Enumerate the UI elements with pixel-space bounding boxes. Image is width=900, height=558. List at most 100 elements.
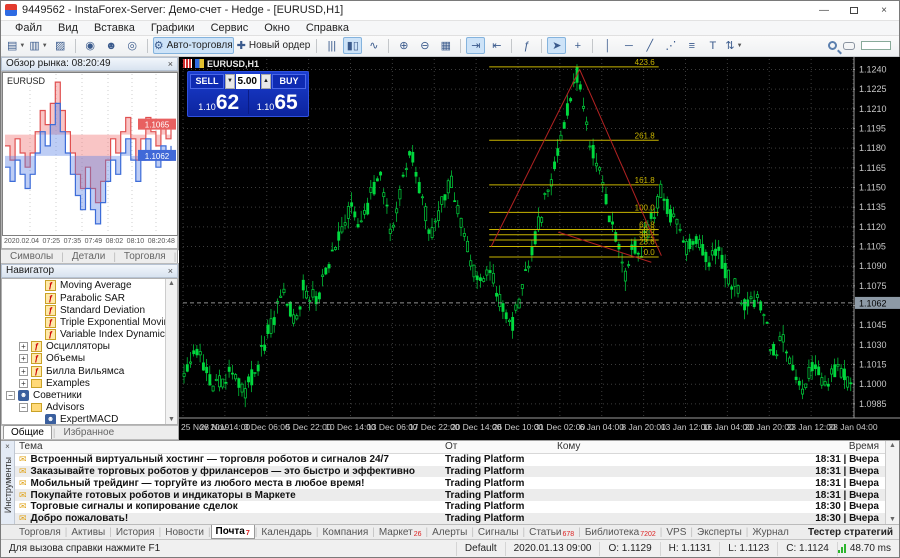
sell-button[interactable]: SELL xyxy=(190,73,224,89)
fibonacci-button[interactable]: ⋰ xyxy=(661,37,680,54)
column-header-subject[interactable]: Тема xyxy=(15,441,445,452)
volume-input[interactable]: 5.00 xyxy=(236,73,260,89)
menu-Графики[interactable]: Графики xyxy=(143,22,203,34)
tab-маркет[interactable]: Маркет 26 xyxy=(375,525,426,540)
tree-expander-icon[interactable]: + xyxy=(19,366,28,376)
tab-календарь[interactable]: Календарь xyxy=(257,525,315,540)
tree-item-examples[interactable]: + Examples xyxy=(2,377,177,389)
tab-Детали[interactable]: Детали xyxy=(65,250,112,263)
volume-up-button[interactable]: ▲ xyxy=(261,73,271,89)
tab-Общие[interactable]: Общие xyxy=(3,424,52,439)
status-profile[interactable]: Default xyxy=(457,541,506,556)
tab-Символы[interactable]: Символы xyxy=(3,250,60,263)
chart-shift-button[interactable]: ⇤ xyxy=(487,37,506,54)
equidistant-channel-button[interactable]: ≡ xyxy=(682,37,701,54)
scroll-down-icon[interactable]: ▼ xyxy=(889,516,896,523)
vertical-line-button[interactable]: │ xyxy=(598,37,617,54)
tab-Избранное[interactable]: Избранное xyxy=(57,426,122,439)
tab-статьи[interactable]: Статьи 678 xyxy=(525,525,578,540)
mail-row[interactable]: ✉ Покупайте готовых роботов и индикаторы … xyxy=(15,489,885,501)
toolbox-vertical-tab[interactable]: × Инструменты xyxy=(1,440,15,524)
strategy-tester-button[interactable]: Тестер стратегий xyxy=(808,527,899,538)
signal-button[interactable]: ◎ xyxy=(123,37,142,54)
tab-Торговля[interactable]: Торговля xyxy=(117,250,173,263)
cursor-button[interactable]: ➤ xyxy=(547,37,567,55)
tab-торговля[interactable]: Торговля xyxy=(15,525,65,540)
tree-item-билла-вильямса[interactable]: + ƒ Билла Вильямса xyxy=(2,365,177,377)
tree-expander-icon[interactable]: + xyxy=(19,342,28,352)
zoom-in-button[interactable]: ⊕ xyxy=(394,37,413,54)
tree-item-advisors[interactable]: − Advisors xyxy=(2,402,177,414)
menu-Сервис[interactable]: Сервис xyxy=(203,22,257,34)
tab-почта[interactable]: Почта 7 xyxy=(210,524,255,540)
tree-expander-icon[interactable]: − xyxy=(6,391,15,401)
tree-item-moving-average[interactable]: ƒ Moving Average xyxy=(2,280,177,292)
volume-down-button[interactable]: ▼ xyxy=(225,73,235,89)
menu-Файл[interactable]: Файл xyxy=(7,22,50,34)
tab-компания[interactable]: Компания xyxy=(318,525,372,540)
tab-vps[interactable]: VPS xyxy=(662,525,690,540)
mail-row[interactable]: ✉ Мобильный трейдинг — торгуйте из любого… xyxy=(15,477,885,489)
column-header-to[interactable]: Кому xyxy=(557,441,797,452)
tile-windows-button[interactable]: ▦ xyxy=(436,37,455,54)
tree-item-expertmacd[interactable]: ☻ ExpertMACD xyxy=(2,414,177,424)
tree-item-triple-exponential-moving-avera[interactable]: ƒ Triple Exponential Moving Avera xyxy=(2,316,177,328)
sell-price[interactable]: 1.10 62 xyxy=(190,90,248,114)
tab-история[interactable]: История xyxy=(112,525,159,540)
horizontal-line-button[interactable]: ─ xyxy=(619,37,638,54)
candles-chart-button[interactable]: ▮▯ xyxy=(343,37,363,55)
tree-expander-icon[interactable]: + xyxy=(19,378,28,388)
line-chart-button[interactable]: ∿ xyxy=(364,37,383,54)
mail-row[interactable]: ✉ Торговые сигналы и копирование сделок Tr… xyxy=(15,501,885,513)
tab-библиотека[interactable]: Библиотека 7202 xyxy=(581,525,660,540)
chat-icon[interactable] xyxy=(843,41,855,50)
terminal-button[interactable]: ▨ xyxy=(51,37,70,54)
tree-item-standard-deviation[interactable]: ƒ Standard Deviation xyxy=(2,304,177,316)
navigator-scrollbar[interactable]: ▲ ▼ xyxy=(165,278,177,424)
scroll-down-icon[interactable]: ▼ xyxy=(168,416,175,423)
tab-сигналы[interactable]: Сигналы xyxy=(474,525,523,540)
column-header-time[interactable]: Время xyxy=(797,441,883,452)
menu-Вид[interactable]: Вид xyxy=(50,22,86,34)
tree-expander-icon[interactable]: + xyxy=(19,354,28,364)
column-header-from[interactable]: От xyxy=(445,441,557,452)
tree-item-осцилляторы[interactable]: + ƒ Осцилляторы xyxy=(2,341,177,353)
toolbox-close-icon[interactable]: × xyxy=(5,442,10,451)
auto-scroll-button[interactable]: ⇥ xyxy=(466,37,486,55)
tab-новости[interactable]: Новости xyxy=(161,525,208,540)
crosshair-button[interactable]: + xyxy=(568,37,587,54)
buy-button[interactable]: BUY xyxy=(272,73,306,89)
scroll-up-icon[interactable]: ▲ xyxy=(889,442,896,449)
navigator-close-icon[interactable]: × xyxy=(168,266,173,276)
tab-алерты[interactable]: Алерты xyxy=(428,525,471,540)
tree-item-parabolic-sar[interactable]: ƒ Parabolic SAR xyxy=(2,292,177,304)
arrows-button[interactable]: ⇅ ▼ xyxy=(724,37,743,54)
mail-row[interactable]: ✉ Добро пожаловать! Trading Platform 18:30 … xyxy=(15,512,885,524)
tab-журнал[interactable]: Журнал xyxy=(748,525,793,540)
text-label-button[interactable]: T xyxy=(703,37,722,54)
profiles-button[interactable]: ▥ ▼ xyxy=(28,37,48,54)
tree-item-variable-index-dynamic-average[interactable]: ƒ Variable Index Dynamic Average xyxy=(2,329,177,341)
tab-эксперты[interactable]: Эксперты xyxy=(693,525,746,540)
new-order-button[interactable]: ✚ Новый ордер xyxy=(236,37,312,54)
community-button[interactable]: ☻ xyxy=(102,37,121,54)
indicators-button[interactable]: ƒ xyxy=(517,37,536,54)
bars-chart-button[interactable]: ||| xyxy=(322,37,341,54)
menu-Окно[interactable]: Окно xyxy=(256,22,298,34)
menu-Вставка[interactable]: Вставка xyxy=(86,22,143,34)
buy-price[interactable]: 1.10 65 xyxy=(249,90,307,114)
new-chart-button[interactable]: ▤ ▼ xyxy=(6,37,26,54)
autotrade-button[interactable]: ⚙ Авто-торговля xyxy=(152,37,234,55)
mail-scrollbar[interactable]: ▲ ▼ xyxy=(885,440,899,524)
tick-chart-panel[interactable]: 1.1065 1.1062 EURUSD 2020.02.04 07:25 07:35 0… xyxy=(1,70,178,249)
minimize-button[interactable]: — xyxy=(809,1,839,20)
close-button[interactable]: × xyxy=(869,1,899,20)
zoom-out-button[interactable]: ⊖ xyxy=(415,37,434,54)
tab-активы[interactable]: Активы xyxy=(67,525,109,540)
scroll-up-icon[interactable]: ▲ xyxy=(168,280,175,287)
market-watch-close-icon[interactable]: × xyxy=(168,59,173,69)
chart-area[interactable]: 423.6 261.8 161.8 100.0 61.8 50.0 38.2 23.6 0.0 1… xyxy=(179,56,900,440)
deposit-button[interactable]: ◉ xyxy=(81,37,100,54)
tree-item-советники[interactable]: − ☻ Советники xyxy=(2,389,177,402)
tree-expander-icon[interactable]: − xyxy=(19,403,28,413)
